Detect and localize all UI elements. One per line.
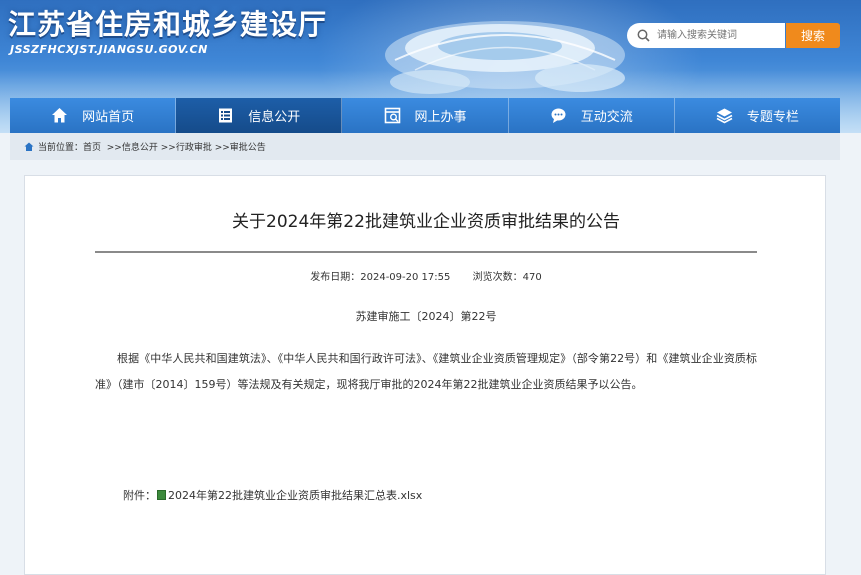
article-body: 根据《中华人民共和国建筑法》、《中华人民共和国行政许可法》、《建筑业企业资质管理… xyxy=(95,352,757,391)
nav-item-label: 网上办事 xyxy=(414,110,467,125)
nav-item-info-disclosure[interactable]: 信息公开 xyxy=(176,98,343,133)
layers-icon xyxy=(716,107,733,124)
views-label: 浏览次数： xyxy=(472,272,523,283)
attachment-link[interactable]: 2024年第22批建筑业企业资质审批结果汇总表.xlsx xyxy=(168,487,422,503)
breadcrumb: 当前位置： 首页 >>信息公开 >>行政审批 >>审批公告 xyxy=(10,133,840,160)
article-title: 关于2024年第22批建筑业企业资质审批结果的公告 xyxy=(232,212,620,232)
nav-item-home[interactable]: 网站首页 xyxy=(10,98,177,133)
nav-item-label: 互动交流 xyxy=(580,110,633,125)
nav-item-online-services[interactable]: 网上办事 xyxy=(342,98,509,133)
site-domain: JSSZFHCXJST.JIANGSU.GOV.CN xyxy=(10,43,208,56)
site-title[interactable]: 江苏省住房和城乡建设厅 xyxy=(8,3,327,43)
window-icon xyxy=(384,107,401,124)
breadcrumb-item-home[interactable]: 首页 xyxy=(83,140,101,153)
article-meta: 发布日期：2024-09-20 17:55 浏览次数：470 xyxy=(25,268,827,283)
attachment: 附件： 2024年第22批建筑业企业资质审批结果汇总表.xlsx xyxy=(123,487,422,503)
nav-item-label: 专题专栏 xyxy=(746,110,799,125)
nav-item-special-topics[interactable]: 专题专栏 xyxy=(674,98,841,133)
spreadsheet-file-icon xyxy=(157,490,166,500)
attachment-label: 附件： xyxy=(123,489,156,502)
nav-item-label: 网站首页 xyxy=(82,110,135,125)
search-box[interactable] xyxy=(627,23,785,48)
breadcrumb-prefix: 当前位置： xyxy=(38,143,84,153)
publish-label: 发布日期： xyxy=(310,272,361,283)
search-icon xyxy=(637,29,650,42)
site-header: 江苏省住房和城乡建设厅 JSSZFHCXJST.JIANGSU.GOV.CN 搜… xyxy=(0,0,861,133)
publish-date: 2024-09-20 17:55 xyxy=(360,272,451,283)
breadcrumb-item-approval-notice[interactable]: >>审批公告 xyxy=(215,140,266,153)
nav-item-label: 信息公开 xyxy=(248,110,301,125)
document-icon xyxy=(217,107,234,124)
breadcrumb-item-info[interactable]: >>信息公开 xyxy=(107,140,158,153)
search-button[interactable]: 搜索 xyxy=(786,23,840,48)
main-nav: 网站首页 信息公开 网上办事 互动交流 专题专栏 xyxy=(10,98,841,133)
title-divider xyxy=(95,251,757,253)
home-icon xyxy=(51,107,68,124)
document-number: 苏建审施工〔2024〕第22号 xyxy=(355,310,497,323)
breadcrumb-item-admin-approval[interactable]: >>行政审批 xyxy=(161,140,212,153)
nav-item-interaction[interactable]: 互动交流 xyxy=(508,98,675,133)
views-count: 470 xyxy=(522,272,542,283)
location-home-icon xyxy=(24,142,34,152)
article-panel: 关于2024年第22批建筑业企业资质审批结果的公告 发布日期：2024-09-2… xyxy=(24,175,826,575)
search-input[interactable] xyxy=(655,29,779,42)
chat-icon xyxy=(550,107,567,124)
